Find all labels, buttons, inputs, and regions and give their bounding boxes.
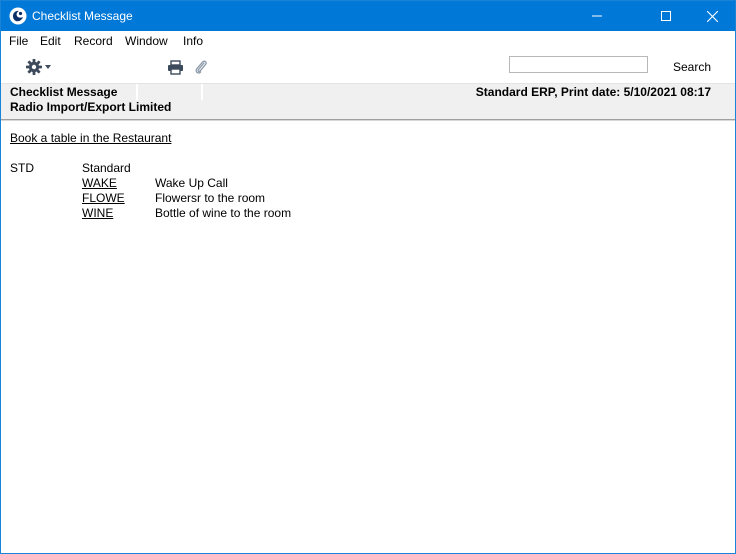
close-icon: [706, 10, 718, 22]
checklist-item-code-link[interactable]: FLOWE: [82, 191, 125, 205]
menu-record[interactable]: Record: [74, 34, 113, 48]
message-title-link[interactable]: Book a table in the Restaurant: [10, 131, 171, 145]
gear-menu-button[interactable]: [25, 58, 55, 79]
header-separator: [136, 84, 138, 100]
print-info: Standard ERP, Print date: 5/10/2021 08:1…: [475, 85, 711, 99]
menu-edit[interactable]: Edit: [40, 34, 61, 48]
minimize-icon: [592, 15, 602, 17]
maximize-button[interactable]: [643, 1, 689, 31]
report-content: Book a table in the Restaurant STD Stand…: [1, 122, 735, 552]
attachment-button[interactable]: [194, 59, 208, 79]
menu-info[interactable]: Info: [183, 34, 203, 48]
header-divider: [1, 119, 735, 121]
window-title: Checklist Message: [32, 9, 133, 23]
report-name: Checklist Message: [10, 85, 118, 99]
checklist-item-description: Wake Up Call: [155, 176, 228, 190]
checklist-item-description: Flowersr to the room: [155, 191, 266, 205]
checklist-item-code-link[interactable]: WAKE: [82, 176, 117, 190]
maximize-icon: [661, 11, 671, 21]
header-separator: [201, 84, 203, 100]
app-logo-icon: [9, 7, 27, 25]
checklist-code: STD: [10, 161, 34, 175]
printer-icon: [168, 60, 183, 75]
checklist-item-description: Bottle of wine to the room: [155, 206, 292, 220]
checklist-message-window: Checklist Message File Edit Record Windo…: [0, 0, 736, 554]
paperclip-icon: [195, 60, 207, 74]
title-bar[interactable]: Checklist Message: [1, 1, 735, 31]
menu-bar: File Edit Record Window Info: [1, 31, 735, 51]
menu-window[interactable]: Window: [125, 34, 168, 48]
menu-file[interactable]: File: [9, 34, 28, 48]
search-button[interactable]: Search: [673, 60, 711, 74]
report-header: Checklist Message Radio Import/Export Li…: [1, 83, 735, 120]
company-name: Radio Import/Export Limited: [10, 100, 172, 114]
toolbar: Search: [1, 51, 735, 83]
close-button[interactable]: [689, 1, 735, 31]
minimize-button[interactable]: [574, 1, 620, 31]
chevron-down-icon: [45, 65, 51, 69]
checklist-name: Standard: [82, 161, 131, 175]
print-button[interactable]: [167, 60, 184, 78]
checklist-item-code-link[interactable]: WINE: [82, 206, 113, 220]
gear-icon: [26, 59, 51, 75]
search-input[interactable]: [509, 56, 648, 73]
